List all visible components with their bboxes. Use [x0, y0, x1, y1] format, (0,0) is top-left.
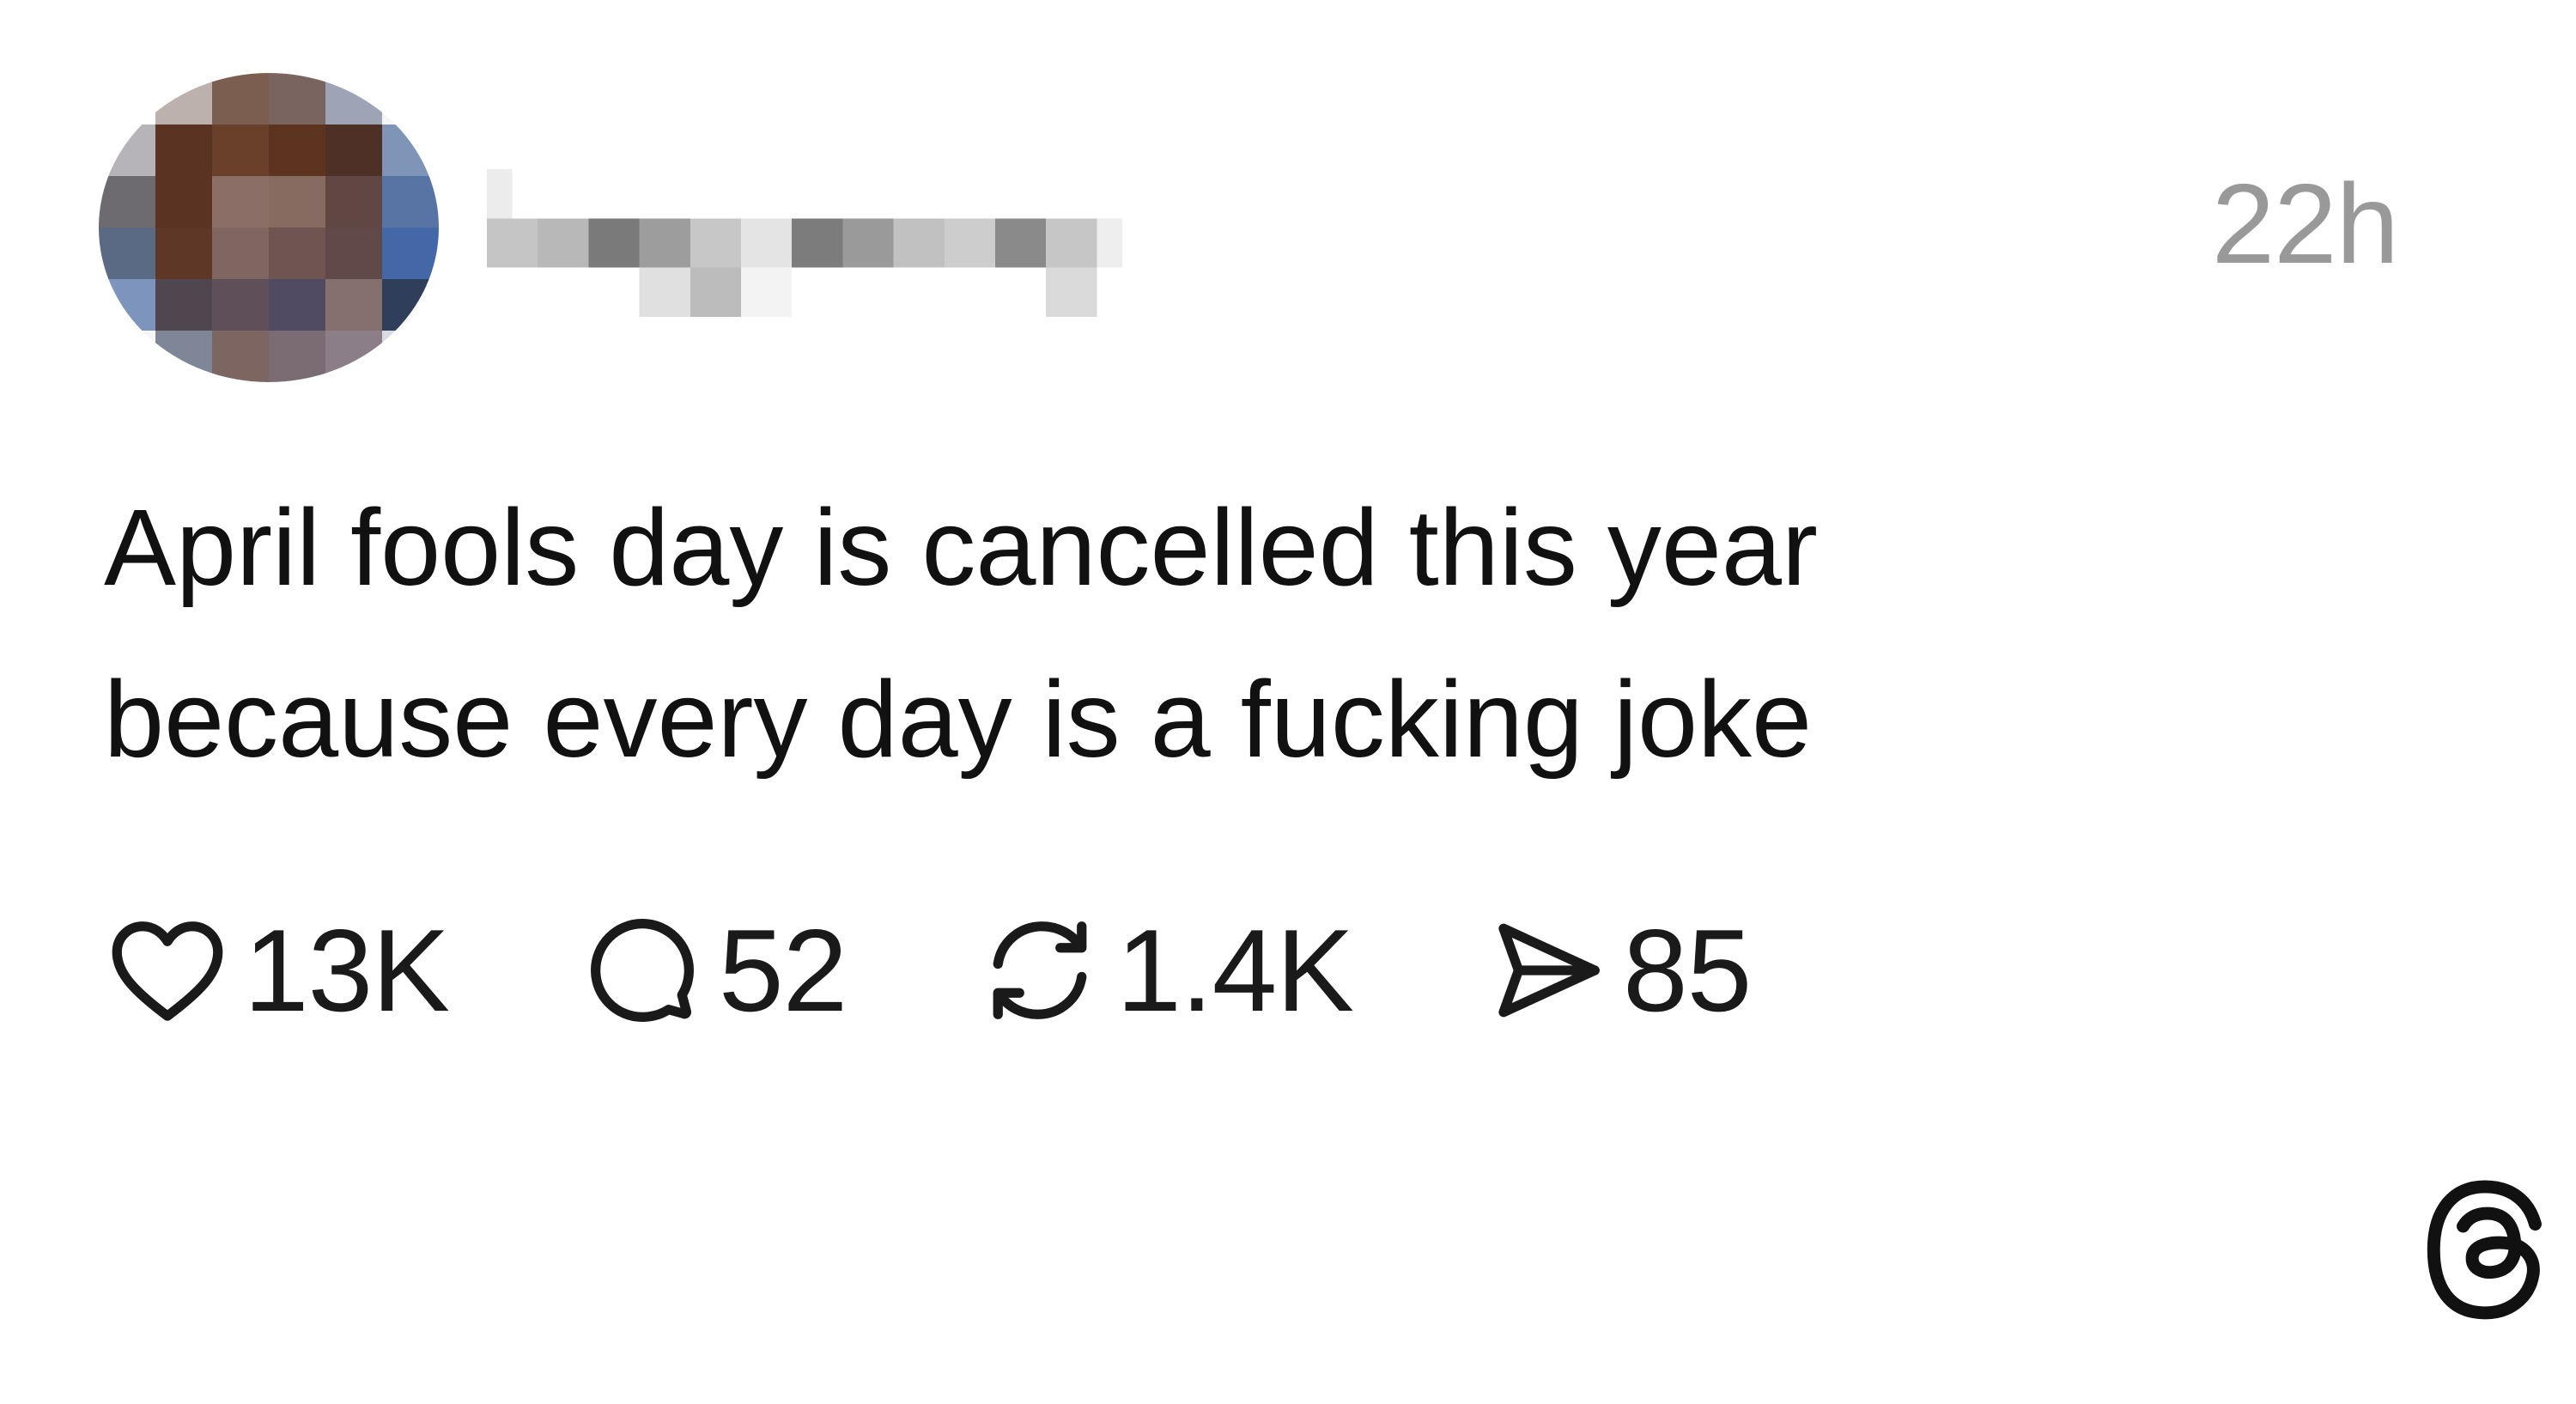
share-count: 85 [1623, 905, 1752, 1036]
repost-count: 1.4K [1116, 905, 1354, 1036]
repost-button[interactable]: 1.4K [975, 905, 1354, 1036]
send-icon [1482, 906, 1611, 1035]
threads-logo-icon [2420, 1178, 2550, 1322]
comment-icon [578, 906, 707, 1035]
author-username-obscured[interactable] [487, 169, 1122, 317]
post-text-line: April fools day is cancelled this year [104, 487, 1818, 608]
post-text-line: because every day is a fucking joke [104, 659, 1813, 780]
reply-button[interactable]: 52 [578, 905, 848, 1036]
heart-icon [103, 906, 232, 1035]
post-action-bar: 13K 52 1.4K 85 [103, 905, 1752, 1036]
avatar[interactable] [99, 73, 439, 382]
post-timestamp[interactable]: 22h [2212, 160, 2399, 289]
post-body-text: April fools day is cancelled this year b… [104, 462, 2251, 805]
share-button[interactable]: 85 [1482, 905, 1752, 1036]
threads-post: 22h April fools day is cancelled this ye… [0, 0, 2576, 1404]
like-count: 13K [244, 905, 450, 1036]
like-button[interactable]: 13K [103, 905, 450, 1036]
reply-count: 52 [718, 905, 848, 1036]
repost-icon [975, 906, 1104, 1035]
